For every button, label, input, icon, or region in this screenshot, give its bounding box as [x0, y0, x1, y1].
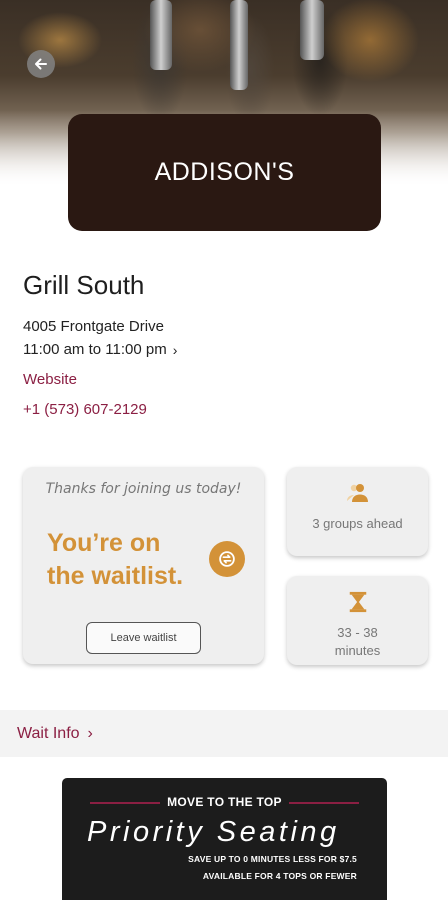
arrow-left-icon	[35, 58, 47, 70]
phone-link[interactable]: +1 (573) 607-2129	[23, 401, 147, 418]
wait-time-text: 33 - 38 minutes	[287, 624, 428, 660]
promo-heading: MOVE TO THE TOP	[167, 795, 282, 809]
thanks-message: Thanks for joining us today!	[45, 481, 242, 497]
waitlist-status-line1: You’re on	[47, 529, 161, 557]
wait-time-range: 33 - 38	[337, 625, 378, 640]
wait-info-row[interactable]: Wait Info ›	[0, 710, 448, 757]
people-icon	[287, 481, 428, 505]
restaurant-logo: ADDISON'S	[68, 114, 381, 231]
waitlist-refresh-icon	[209, 541, 245, 577]
restaurant-hours[interactable]: 11:00 am to 11:00 pm ›	[23, 341, 177, 358]
wait-info-label: Wait Info	[17, 724, 80, 742]
logo-text: ADDISON'S	[154, 158, 295, 186]
tap-handle-decoration	[300, 0, 324, 60]
back-button[interactable]	[27, 50, 55, 78]
tap-handle-decoration	[150, 0, 172, 70]
waitlist-card: Thanks for joining us today! You’re on t…	[23, 467, 264, 664]
leave-waitlist-button[interactable]: Leave waitlist	[86, 622, 201, 654]
waitlist-status: You’re on the waitlist.	[47, 527, 217, 593]
chevron-right-icon: ›	[87, 724, 93, 742]
promo-subline-2: AVAILABLE FOR 4 TOPS OR FEWER	[202, 871, 357, 881]
tap-handle-decoration	[230, 0, 248, 90]
promo-subline-1: SAVE UP TO 0 MINUTES LESS FOR $7.5	[188, 854, 357, 864]
hourglass-icon	[287, 590, 428, 614]
wait-time-unit: minutes	[334, 643, 381, 658]
restaurant-address: 4005 Frontgate Drive	[23, 318, 164, 335]
wait-time-card: 33 - 38 minutes	[287, 576, 428, 665]
chevron-right-icon: ›	[172, 341, 178, 358]
groups-ahead-text: 3 groups ahead	[312, 516, 403, 531]
priority-seating-banner[interactable]: MOVE TO THE TOP Priority Seating SAVE UP…	[62, 778, 387, 900]
restaurant-name: Grill South	[23, 270, 145, 300]
hours-text: 11:00 am to 11:00 pm	[23, 341, 167, 358]
groups-ahead-card: 3 groups ahead	[287, 467, 428, 556]
waitlist-status-line2: the waitlist.	[47, 562, 184, 590]
website-link[interactable]: Website	[23, 371, 77, 388]
promo-title: Priority Seating	[87, 816, 340, 848]
